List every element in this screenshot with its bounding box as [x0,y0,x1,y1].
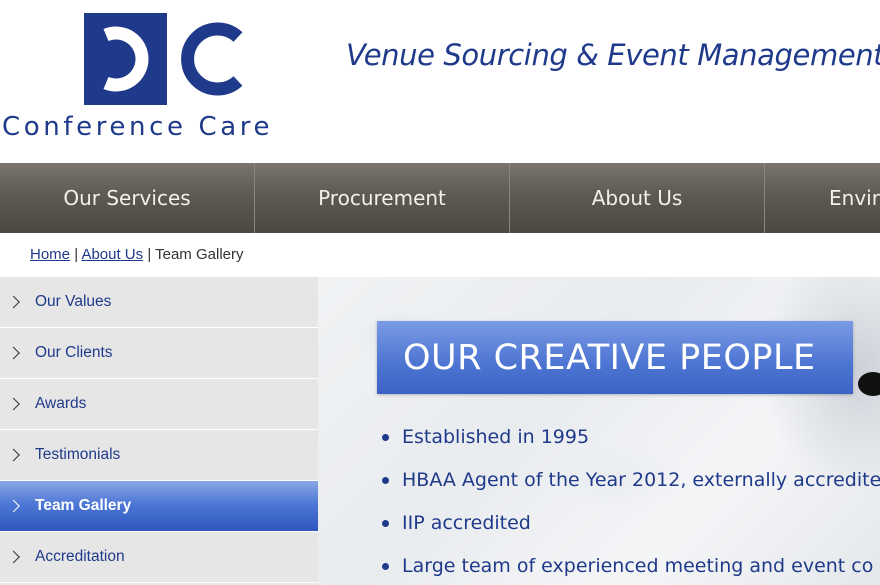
chevron-right-icon [7,295,20,309]
page-headline: OUR CREATIVE PEOPLE [403,337,816,378]
sidebar-item-label: Team Gallery [35,497,132,514]
list-item: Large team of experienced meeting and ev… [382,551,880,585]
sidebar-item-testimonials[interactable]: Testimonials [0,430,318,481]
bullet-dot-icon [382,477,389,484]
main-navigation: Our Services Procurement About Us Envir [0,163,880,233]
brand-name: Conference Care [2,112,274,142]
nav-item-environment[interactable]: Envir [765,163,880,233]
bullet-dot-icon [382,434,389,441]
breadcrumb: Home | About Us | Team Gallery [30,246,243,263]
list-item: Established in 1995 [382,422,880,465]
breadcrumb-separator: | [74,246,79,263]
headline-banner: OUR CREATIVE PEOPLE [377,321,853,394]
tagline: Venue Sourcing & Event Management [346,38,880,72]
list-item: HBAA Agent of the Year 2012, externally … [382,465,880,508]
breadcrumb-separator: | [147,246,152,263]
sidebar-item-label: Awards [35,395,87,412]
chevron-right-icon [7,397,20,411]
site-header: Conference Care Venue Sourcing & Event M… [0,0,880,163]
nav-item-about-us[interactable]: About Us [510,163,765,233]
chevron-right-icon [7,550,20,564]
bullet-dot-icon [382,563,389,570]
list-item: IIP accredited [382,508,880,551]
background-photo-detail [858,372,880,396]
bullet-dot-icon [382,520,389,527]
nav-item-procurement[interactable]: Procurement [255,163,510,233]
chevron-right-icon [7,499,20,513]
breadcrumb-current: Team Gallery [155,246,244,263]
sidebar-item-team-gallery[interactable]: Team Gallery [0,481,318,532]
sidebar-item-our-values[interactable]: Our Values [0,277,318,328]
breadcrumb-about-link[interactable]: About Us [81,246,143,263]
sidebar-item-awards[interactable]: Awards [0,379,318,430]
list-item-text: Large team of experienced meeting and ev… [402,555,874,577]
chevron-right-icon [7,346,20,360]
chevron-right-icon [7,448,20,462]
conference-care-logo-icon[interactable] [84,13,244,105]
sidebar-item-our-clients[interactable]: Our Clients [0,328,318,379]
list-item-text: Established in 1995 [402,426,590,448]
sidebar-item-accreditation[interactable]: Accreditation [0,532,318,583]
sidebar-menu: Our Values Our Clients Awards Testimonia… [0,277,318,585]
breadcrumb-home-link[interactable]: Home [30,246,70,263]
sidebar-item-label: Accreditation [35,548,125,565]
sidebar-item-label: Our Values [35,293,112,310]
feature-list: Established in 1995 HBAA Agent of the Ye… [382,422,880,585]
nav-item-our-services[interactable]: Our Services [0,163,255,233]
sidebar-item-label: Our Clients [35,344,113,361]
main-content: OUR CREATIVE PEOPLE Established in 1995 … [318,277,880,585]
list-item-text: IIP accredited [402,512,531,534]
list-item-text: HBAA Agent of the Year 2012, externally … [402,469,880,491]
sidebar-item-label: Testimonials [35,446,121,463]
